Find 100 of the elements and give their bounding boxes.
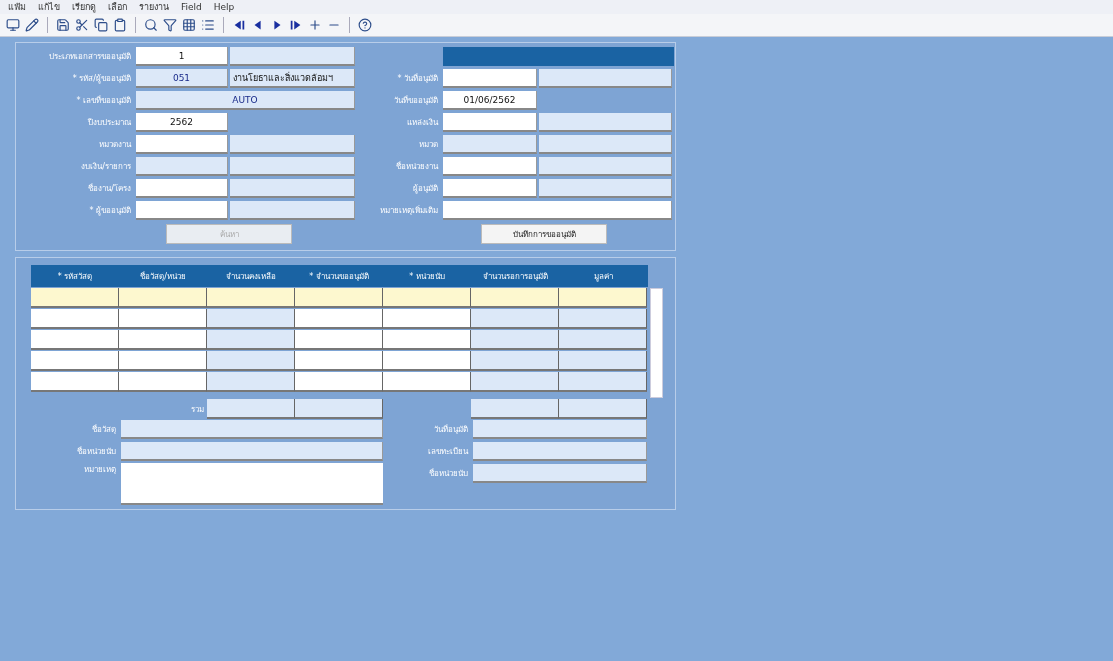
input-field[interactable]: 1 (136, 47, 228, 66)
input-field[interactable]: 051 (136, 69, 228, 88)
scrollbar[interactable] (650, 288, 663, 398)
input-field[interactable] (230, 201, 355, 220)
table-cell[interactable] (207, 330, 295, 350)
input-field[interactable] (230, 47, 355, 66)
pencil-icon[interactable] (24, 17, 40, 33)
table-cell[interactable] (383, 288, 471, 308)
input-field[interactable] (539, 179, 672, 198)
menu-item[interactable]: Help (213, 2, 235, 12)
table-cell[interactable] (207, 309, 295, 329)
notes-field[interactable] (121, 463, 383, 505)
menu-item[interactable]: รายงาน (139, 0, 169, 14)
filter-icon[interactable] (162, 17, 178, 33)
input-field[interactable] (121, 442, 383, 461)
table-cell[interactable] (383, 309, 471, 329)
menu-item[interactable]: เลือก (108, 0, 127, 14)
menu-item[interactable]: แฟ้ม (8, 0, 26, 14)
table-cell[interactable] (559, 372, 647, 392)
table-cell[interactable] (207, 351, 295, 371)
help-icon[interactable] (357, 17, 373, 33)
table-cell[interactable] (31, 351, 119, 371)
input-field[interactable] (443, 201, 672, 220)
column-header: * หน่วยนับ (408, 270, 446, 283)
table-cell[interactable] (207, 288, 295, 308)
table-cell[interactable] (559, 288, 647, 308)
table-cell[interactable] (295, 372, 383, 392)
input-field[interactable] (443, 69, 537, 88)
input-field[interactable] (473, 464, 647, 483)
input-field[interactable] (230, 157, 355, 176)
column-header: มูลค่า (592, 270, 614, 283)
input-field[interactable] (443, 113, 537, 132)
table-cell[interactable] (207, 372, 295, 392)
table-cell[interactable] (559, 309, 647, 329)
save-button[interactable]: บันทึกการขออนุมัติ (481, 224, 607, 244)
input-field[interactable] (443, 157, 537, 176)
column-header: * รหัสวัสดุ (56, 270, 94, 283)
field-label: งบเงิน/รายการ (80, 161, 132, 173)
input-field[interactable] (539, 135, 672, 154)
menu-item[interactable]: Field (181, 2, 202, 12)
table-cell[interactable] (471, 330, 559, 350)
field-label: แหล่งเงิน (406, 117, 440, 129)
monitor-icon[interactable] (5, 17, 21, 33)
table-cell[interactable] (295, 330, 383, 350)
input-field[interactable]: AUTO (136, 91, 355, 110)
column-header: จำนวนรอการอนุมัติ (481, 270, 549, 283)
table-cell[interactable] (31, 372, 119, 392)
input-field[interactable] (121, 420, 383, 439)
input-field[interactable] (539, 113, 672, 132)
table-cell[interactable] (471, 309, 559, 329)
input-field[interactable] (443, 179, 537, 198)
field-label: ชื่อหน่วยงาน (395, 160, 440, 173)
table-cell[interactable] (119, 309, 207, 329)
table-cell[interactable] (383, 330, 471, 350)
table-cell[interactable] (471, 372, 559, 392)
table-cell[interactable] (295, 288, 383, 308)
save-icon[interactable] (55, 17, 71, 33)
table-cell[interactable] (31, 309, 119, 329)
table-cell[interactable] (383, 372, 471, 392)
copy-icon[interactable] (93, 17, 109, 33)
field-label: หมวด (418, 139, 439, 151)
table-cell[interactable] (31, 288, 119, 308)
input-field[interactable] (230, 135, 355, 154)
input-field[interactable] (136, 201, 228, 220)
field-label: ชื่อหน่วยนับ (76, 445, 117, 458)
input-field[interactable] (539, 69, 672, 88)
input-field[interactable] (539, 157, 672, 176)
menu-item[interactable]: แก้ไข (38, 0, 60, 14)
table-cell[interactable] (31, 330, 119, 350)
input-field[interactable] (136, 179, 228, 198)
table-cell[interactable] (471, 288, 559, 308)
table-cell[interactable] (119, 288, 207, 308)
menu-item[interactable]: เรียกดู (72, 0, 96, 14)
grid-icon[interactable] (181, 17, 197, 33)
table-cell[interactable] (119, 330, 207, 350)
table-cell[interactable] (383, 351, 471, 371)
input-field[interactable]: งานโยธาและสิ่งแวดล้อมฯ (230, 69, 355, 88)
input-field[interactable] (230, 179, 355, 198)
input-field[interactable] (473, 442, 647, 461)
field-label: ชื่อหน่วยนับ (428, 467, 469, 480)
search-icon[interactable] (143, 17, 159, 33)
table-cell[interactable] (295, 351, 383, 371)
table-cell[interactable] (471, 351, 559, 371)
input-field[interactable] (136, 157, 228, 176)
table-cell[interactable] (119, 372, 207, 392)
field-label: * เลขที่ขออนุมัติ (75, 94, 132, 107)
input-field[interactable]: 2562 (136, 113, 228, 132)
table-cell[interactable] (559, 330, 647, 350)
input-field[interactable] (473, 420, 647, 439)
table-cell[interactable] (119, 351, 207, 371)
input-field[interactable] (443, 135, 537, 154)
cut-icon[interactable] (74, 17, 90, 33)
table-cell[interactable] (295, 309, 383, 329)
paste-icon[interactable] (112, 17, 128, 33)
input-field[interactable]: 01/06/2562 (443, 91, 537, 110)
field-label: * ผู้ขออนุมัติ (88, 205, 132, 217)
table-cell[interactable] (559, 351, 647, 371)
input-field[interactable] (136, 135, 228, 154)
list-icon[interactable] (200, 17, 216, 33)
field-label: วันที่ขออนุมัติ (393, 94, 439, 107)
